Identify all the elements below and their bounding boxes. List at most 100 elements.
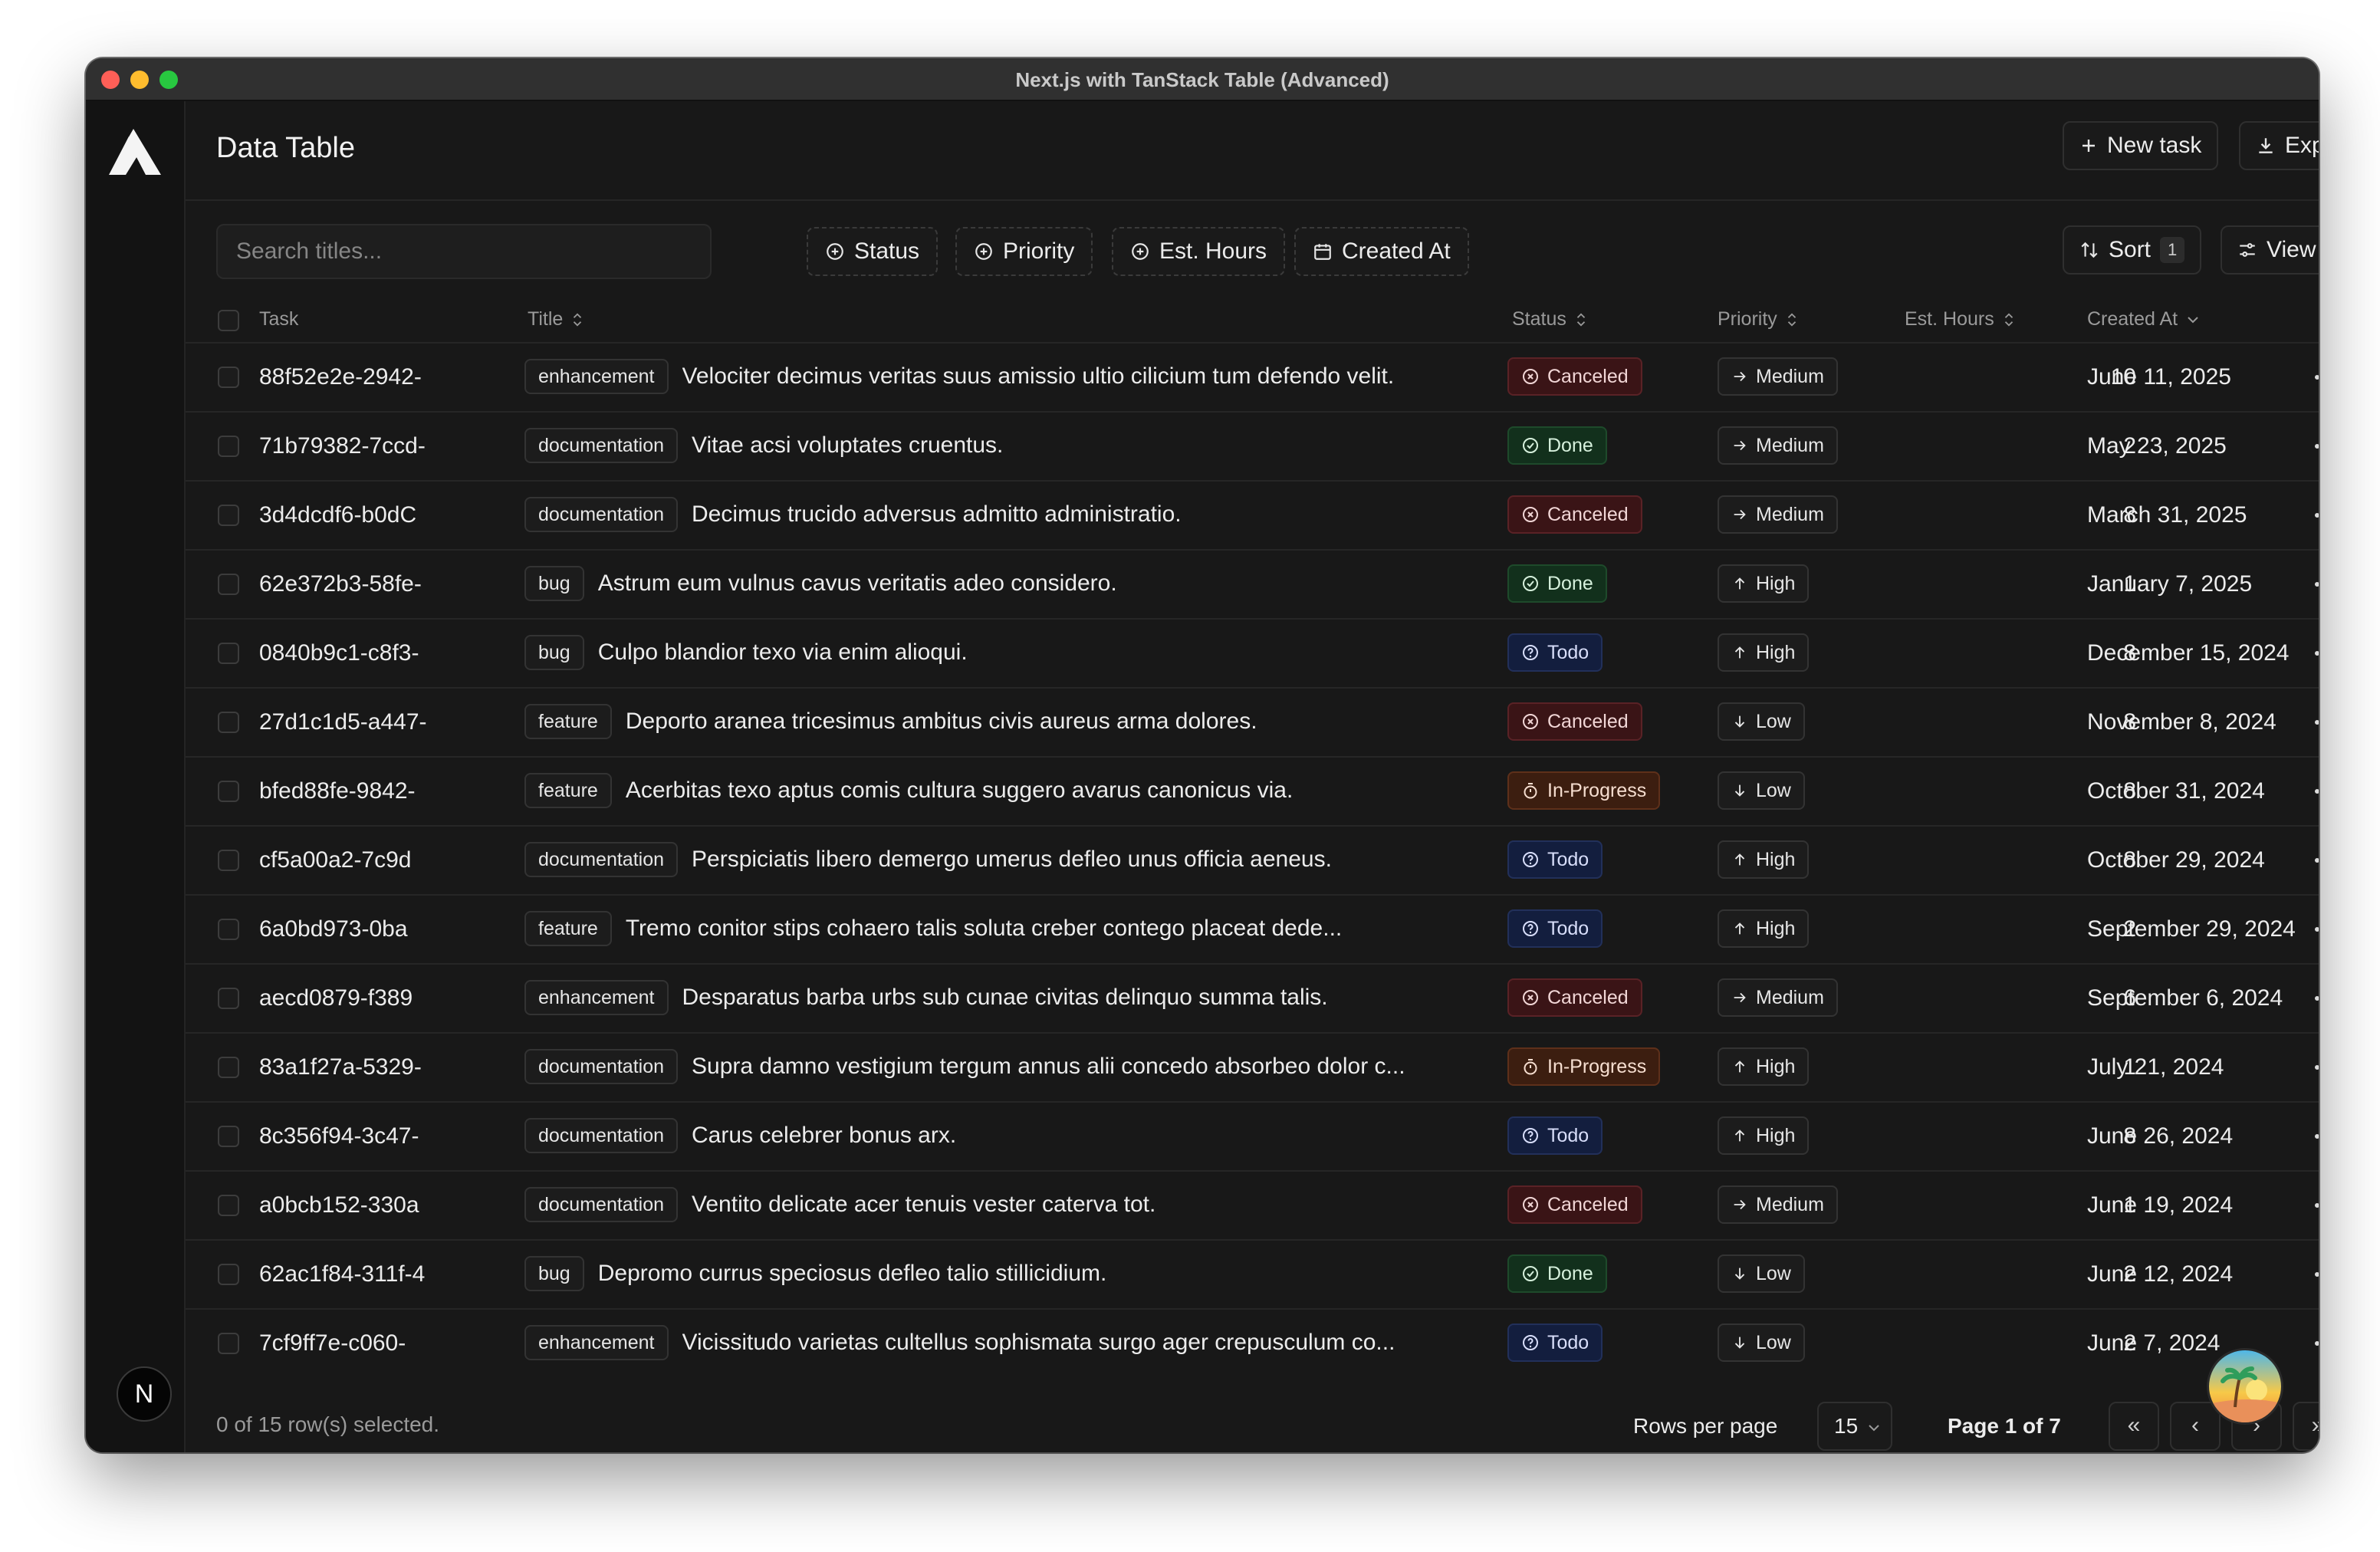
table-row[interactable]: cf5a00a2-7c9d documentation Perspiciatis l…	[186, 825, 2319, 894]
more-horizontal-icon[interactable]	[2309, 707, 2319, 738]
more-horizontal-icon[interactable]	[2309, 1259, 2319, 1290]
row-select-checkbox[interactable]	[218, 367, 239, 388]
column-status[interactable]: Status	[1512, 308, 1588, 330]
table-row[interactable]: aecd0879-f389 enhancement Desparatus barba…	[186, 963, 2319, 1032]
row-select-checkbox[interactable]	[218, 1126, 239, 1147]
filter-hours-button[interactable]: Est. Hours	[1112, 227, 1286, 276]
row-select-checkbox[interactable]	[218, 643, 239, 664]
last-page-button[interactable]: »	[2293, 1402, 2319, 1451]
more-horizontal-icon[interactable]	[2309, 983, 2319, 1014]
table-header: Task Title Status Priority Est. Hours Cr…	[186, 299, 2319, 342]
app-logo-icon[interactable]	[109, 129, 161, 175]
column-created[interactable]: Created At	[2087, 308, 2201, 330]
table-row[interactable]: bfed88fe-9842- feature Acerbitas texo aptu…	[186, 756, 2319, 825]
rows-per-page-value: 15	[1834, 1414, 1859, 1438]
row-select-checkbox[interactable]	[218, 850, 239, 871]
more-horizontal-icon[interactable]	[2309, 638, 2319, 669]
more-horizontal-icon[interactable]	[2309, 500, 2319, 531]
rows-per-page-select[interactable]: 15	[1817, 1402, 1892, 1451]
more-horizontal-icon[interactable]	[2309, 1328, 2319, 1359]
row-select-checkbox[interactable]	[218, 436, 239, 457]
filter-priority-label: Priority	[1003, 238, 1075, 264]
row-select-checkbox[interactable]	[218, 1333, 239, 1354]
priority-label: Medium	[1756, 1193, 1824, 1215]
search-input[interactable]: Search titles...	[216, 224, 712, 279]
title-cell: enhancement Desparatus barba urbs sub cun…	[524, 980, 1586, 1015]
more-horizontal-icon[interactable]	[2309, 569, 2319, 600]
x-circle-icon	[1523, 369, 1538, 384]
table-row[interactable]: 8c356f94-3c47- documentation Carus celebre…	[186, 1101, 2319, 1170]
column-task-label: Task	[259, 308, 299, 330]
previous-page-button[interactable]: ‹	[2170, 1402, 2221, 1451]
more-horizontal-icon[interactable]	[2309, 431, 2319, 462]
chevron-updown-icon	[574, 313, 582, 326]
table-row[interactable]: 6a0bd973-0ba feature Tremo conitor stips c…	[186, 894, 2319, 963]
row-select-checkbox[interactable]	[218, 988, 239, 1009]
table-row[interactable]: 62e372b3-58fe-bug Astrum eum vulnus cavus…	[186, 549, 2319, 618]
table-row[interactable]: 0840b9c1-c8f3- bug Culpo blandior texo via…	[186, 618, 2319, 687]
filter-status-label: Status	[854, 238, 920, 264]
row-select-checkbox[interactable]	[218, 574, 239, 595]
first-page-button[interactable]: «	[2109, 1402, 2159, 1451]
status-label: Canceled	[1547, 365, 1629, 387]
sort-button[interactable]: Sort 1	[2063, 225, 2202, 275]
created-date: June 12, 2024	[2087, 1261, 2234, 1287]
new-task-button[interactable]: New task	[2063, 121, 2219, 170]
title-bar: Next.js with TanStack Table (Advanced)	[86, 58, 2319, 101]
help-circle-icon	[1523, 1335, 1538, 1350]
column-priority[interactable]: Priority	[1718, 308, 1799, 330]
label-badge: bug	[524, 1256, 584, 1291]
more-horizontal-icon[interactable]	[2309, 845, 2319, 876]
chevrons-right-icon: »	[2312, 1412, 2319, 1438]
export-button[interactable]: Export	[2239, 121, 2319, 170]
table-row[interactable]: 7cf9ff7e-c060- enhancement Vicissitudo var…	[186, 1308, 2319, 1377]
more-horizontal-icon[interactable]	[2309, 914, 2319, 945]
more-horizontal-icon[interactable]	[2309, 1190, 2319, 1221]
filter-created-button[interactable]: Created At	[1294, 227, 1469, 276]
nextjs-badge[interactable]: N	[117, 1366, 172, 1422]
more-horizontal-icon[interactable]	[2309, 362, 2319, 393]
row-select-checkbox[interactable]	[218, 1264, 239, 1285]
calendar-icon	[1314, 244, 1331, 260]
status-label: Canceled	[1547, 986, 1629, 1008]
status-label: Done	[1547, 434, 1593, 456]
help-circle-icon	[1523, 852, 1538, 867]
filter-priority-button[interactable]: Priority	[955, 227, 1093, 276]
table-row[interactable]: 83a1f27a-5329- documentation Supra damno v…	[186, 1032, 2319, 1101]
check-circle-icon	[1523, 1266, 1538, 1281]
row-select-checkbox[interactable]	[218, 919, 239, 940]
task-id: 3d4dcdf6-b0dC	[259, 502, 417, 528]
row-select-checkbox[interactable]	[218, 1195, 239, 1216]
priority-label: Medium	[1756, 434, 1824, 456]
label-badge: documentation	[524, 1118, 679, 1153]
priority-badge: Medium	[1718, 357, 1838, 396]
row-select-checkbox[interactable]	[218, 1057, 239, 1078]
priority-badge: Medium	[1718, 1185, 1838, 1224]
table-row[interactable]: 3d4dcdf6-b0dC documentation Decimus trucid…	[186, 480, 2319, 549]
user-avatar[interactable]	[2207, 1348, 2283, 1425]
more-horizontal-icon[interactable]	[2309, 776, 2319, 807]
column-created-label: Created At	[2087, 308, 2178, 330]
filter-created-label: Created At	[1342, 238, 1451, 264]
table-row[interactable]: 27d1c1d5-a447- feature Deporto aranea tric…	[186, 687, 2319, 756]
more-horizontal-icon[interactable]	[2309, 1052, 2319, 1083]
select-all-checkbox[interactable]	[218, 310, 239, 331]
row-select-checkbox[interactable]	[218, 505, 239, 526]
table-row[interactable]: 88f52e2e-2942- enhancement Velociter decim…	[186, 342, 2319, 411]
table-row[interactable]: 62ac1f84-311f-4 bug Depromo currus specios…	[186, 1239, 2319, 1308]
column-title[interactable]: Title	[528, 308, 584, 330]
more-horizontal-icon[interactable]	[2309, 1121, 2319, 1152]
row-select-checkbox[interactable]	[218, 781, 239, 802]
table-row[interactable]: 71b79382-7ccd-documentation Vitae acsi vo…	[186, 411, 2319, 480]
filter-status-button[interactable]: Status	[807, 227, 939, 276]
priority-badge: High	[1718, 840, 1810, 879]
priority-badge: High	[1718, 1116, 1810, 1155]
column-hours[interactable]: Est. Hours	[1905, 308, 2016, 330]
arrow-down-icon	[1734, 1337, 1745, 1349]
column-priority-label: Priority	[1718, 308, 1777, 330]
title-cell: documentation Ventito delicate acer tenui…	[524, 1187, 1586, 1222]
row-select-checkbox[interactable]	[218, 712, 239, 733]
view-button[interactable]: View	[2221, 225, 2319, 275]
label-badge: feature	[524, 773, 612, 808]
table-row[interactable]: a0bcb152-330a documentation Ventito delica…	[186, 1170, 2319, 1239]
